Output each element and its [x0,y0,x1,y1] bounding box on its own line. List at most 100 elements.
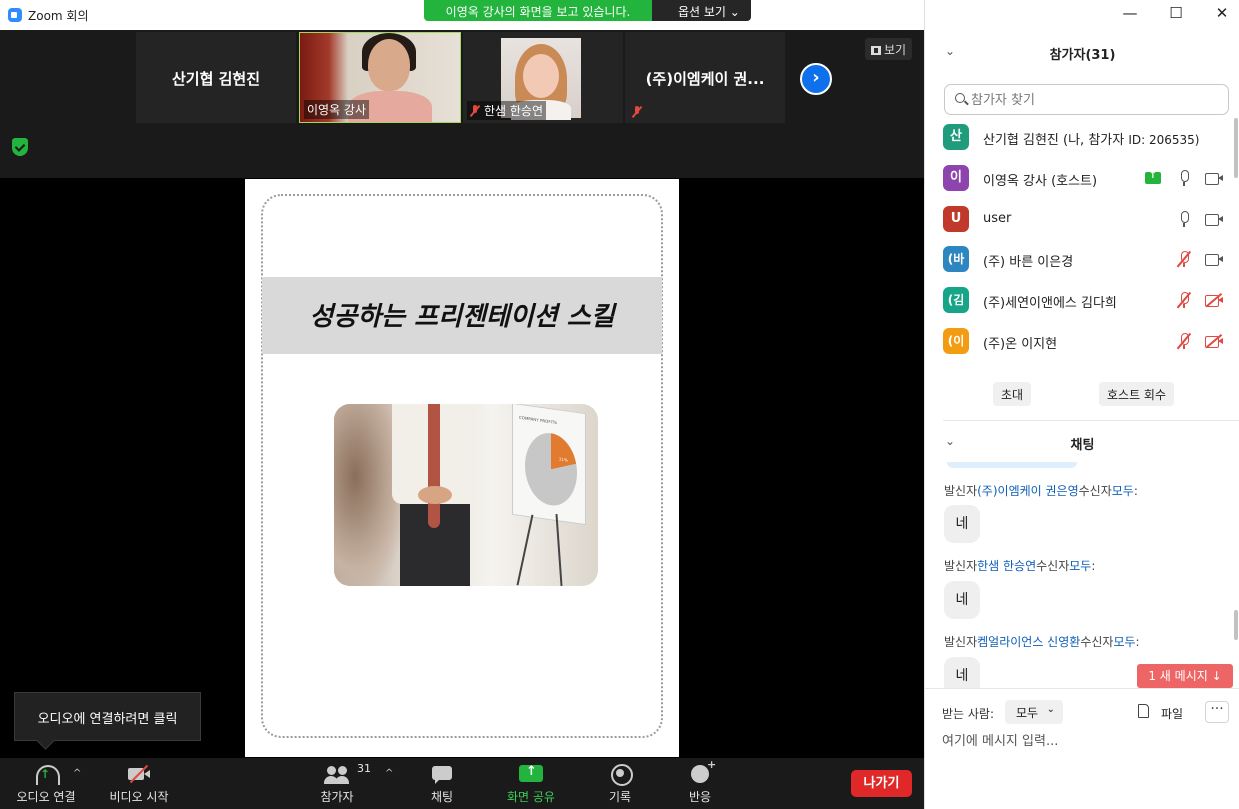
video-filmstrip: 산기협 김현진 이영옥 강사 한샘 한승연 (주)이엠케이 권... › 보기 [0,30,924,178]
new-message-button[interactable]: 1 새 메시지 ↓ [1137,664,1233,688]
more-options-button[interactable]: ··· [1205,701,1229,723]
avatar: 산 [943,124,969,150]
tile-name: 이영옥 강사 [304,100,370,119]
invite-button[interactable]: 초대 [993,382,1032,406]
participant-search-input[interactable] [971,90,1221,110]
chat-message-input[interactable] [942,731,1222,751]
message-recipient[interactable]: 모두 [1069,559,1091,573]
participants-options-caret[interactable]: ^ [385,768,393,779]
mic-muted-icon [1176,250,1191,268]
participant-name: user [983,211,1012,226]
minimize-button[interactable]: — [1115,4,1145,24]
start-video-label: 비디오 시작 [109,790,169,804]
participant-row[interactable]: 이 이영옥 강사 (호스트) [943,165,1233,193]
reactions-label: 반응 [688,790,712,804]
record-icon [607,764,633,786]
mic-muted-icon [1176,332,1191,350]
participant-status-icons [1176,291,1223,310]
share-screen-label: 화면 공유 [507,790,555,804]
tile-name: 한샘 한승연 [484,104,544,118]
pie-value: 21% [559,456,568,463]
flipchart: COMPANY PROFITS 21% [512,404,586,526]
camera-on-icon [1205,171,1223,185]
chat-label: 채팅 [430,790,454,804]
share-screen-icon [518,764,544,784]
video-tile-lee[interactable]: 이영옥 강사 [299,32,461,123]
shared-screen: 성공하는 프리젠테이션 스킬 COMPANY PROFITS 21% [0,178,924,758]
chat-button[interactable]: 채팅 [402,764,482,805]
record-button[interactable]: 기록 [580,764,660,805]
grid-icon [871,46,881,55]
maximize-button[interactable]: ☐ [1161,4,1191,24]
participant-row[interactable]: 산 산기협 김현진 (나, 참가자 ID: 206535) [943,124,1233,152]
reclaim-host-button[interactable]: 호스트 회수 [1099,382,1175,406]
video-tile-kim[interactable]: 산기협 김현진 [136,32,296,123]
camera-off-icon [1205,333,1223,349]
participant-name: 이영옥 강사 (호스트) [983,174,1098,189]
message-prefix: 발신자 [944,559,978,573]
message-recipient[interactable]: 모두 [1112,484,1134,498]
chat-scrollbar[interactable] [1234,610,1238,640]
message-header: 발신자한샘 한승연수신자모두: [944,557,1095,574]
message-sender[interactable]: 켐얼라이언스 신영환 [977,635,1080,649]
next-page-button[interactable]: › [800,63,832,95]
view-button[interactable]: 보기 [865,38,913,60]
video-tile-kwon[interactable]: (주)이엠케이 권... [625,32,785,123]
avatar: (이 [943,328,969,354]
message-sender[interactable]: (주)이엠케이 권은영 [977,484,1079,498]
participant-row[interactable]: (이 (주)온 이지현 [943,328,1233,356]
message-mid: 수신자 [1036,559,1070,573]
audio-tooltip: 오디오에 연결하려면 클릭 [14,692,201,741]
reaction-emoji-icon [687,758,716,784]
participant-search-box[interactable] [944,84,1229,115]
file-icon[interactable] [1138,704,1149,718]
participant-id: ID: 206535) [1128,133,1200,147]
file-button[interactable]: 파일 [1161,705,1183,722]
security-shield-icon[interactable] [12,138,28,156]
chat-messages: 발신자(주)이엠케이 권은영수신자모두: 네 발신자한샘 한승연수신자모두: 네… [925,462,1239,688]
section-divider [943,420,1239,421]
recipient-value: 모두 [1016,706,1039,720]
mic-muted-icon [1176,291,1191,309]
video-tile-han[interactable]: 한샘 한승연 [463,32,623,123]
participant-status-icons [1144,170,1223,188]
slide-title: 성공하는 프리젠테이션 스킬 [309,302,615,332]
share-screen-button[interactable]: 화면 공유 [491,764,571,805]
message-suffix: : [1135,635,1140,649]
headphone-icon [33,764,60,785]
participant-name: (주)세연이앤에스 김다희 [983,296,1117,311]
camera-on-icon [1205,252,1223,266]
participant-row[interactable]: (바 (주) 바른 이은경 [943,246,1233,274]
tile-name: 산기협 김현진 [171,70,261,88]
close-button[interactable]: ✕ [1207,4,1237,24]
camera-off-icon [1205,292,1223,308]
participants-button[interactable]: 31 참가자 [297,762,377,805]
chat-header: ⌄ 채팅 [925,426,1239,462]
message-bubble: 네 [944,657,980,688]
chat-scroll-fade [947,462,1077,468]
message-mid: 수신자 [1078,484,1112,498]
start-video-button[interactable]: 비디오 시작 [99,764,179,805]
recipient-select[interactable]: 모두 ⌄ [1005,700,1063,724]
participants-title: 참가자(31) [1049,48,1116,63]
leave-meeting-button[interactable]: 나가기 [851,770,912,797]
avatar: (바 [943,246,969,272]
participant-name-text: 산기협 김현진 (나, 참가자 [983,133,1129,148]
message-recipient[interactable]: 모두 [1113,635,1135,649]
view-options-button[interactable]: 옵션 보기 ⌄ [652,0,751,21]
message-sender[interactable]: 한샘 한승연 [977,559,1036,573]
participants-label: 참가자 [320,790,354,804]
participant-name: 산기협 김현진 (나, 참가자 ID: 206535) [983,129,1199,148]
participant-row[interactable]: (김 (주)세연이앤에스 김다희 [943,287,1233,315]
participants-count: 31 [357,762,371,775]
chevron-down-icon: ⌄ [1046,704,1055,715]
audio-options-caret[interactable]: ^ [73,768,81,779]
reactions-button[interactable]: 반응 [660,758,740,805]
window-controls: — ☐ ✕ [925,0,1239,30]
slide-title-band: 성공하는 프리젠테이션 스킬 [262,277,662,354]
view-label: 보기 [884,43,907,57]
participant-row[interactable]: U user [943,206,1233,234]
participants-scrollbar[interactable] [1234,118,1238,178]
meeting-window: Zoom 회의 이영옥 강사의 화면을 보고 있습니다. 옵션 보기 ⌄ 산기협… [0,0,924,809]
message-prefix: 발신자 [944,484,978,498]
